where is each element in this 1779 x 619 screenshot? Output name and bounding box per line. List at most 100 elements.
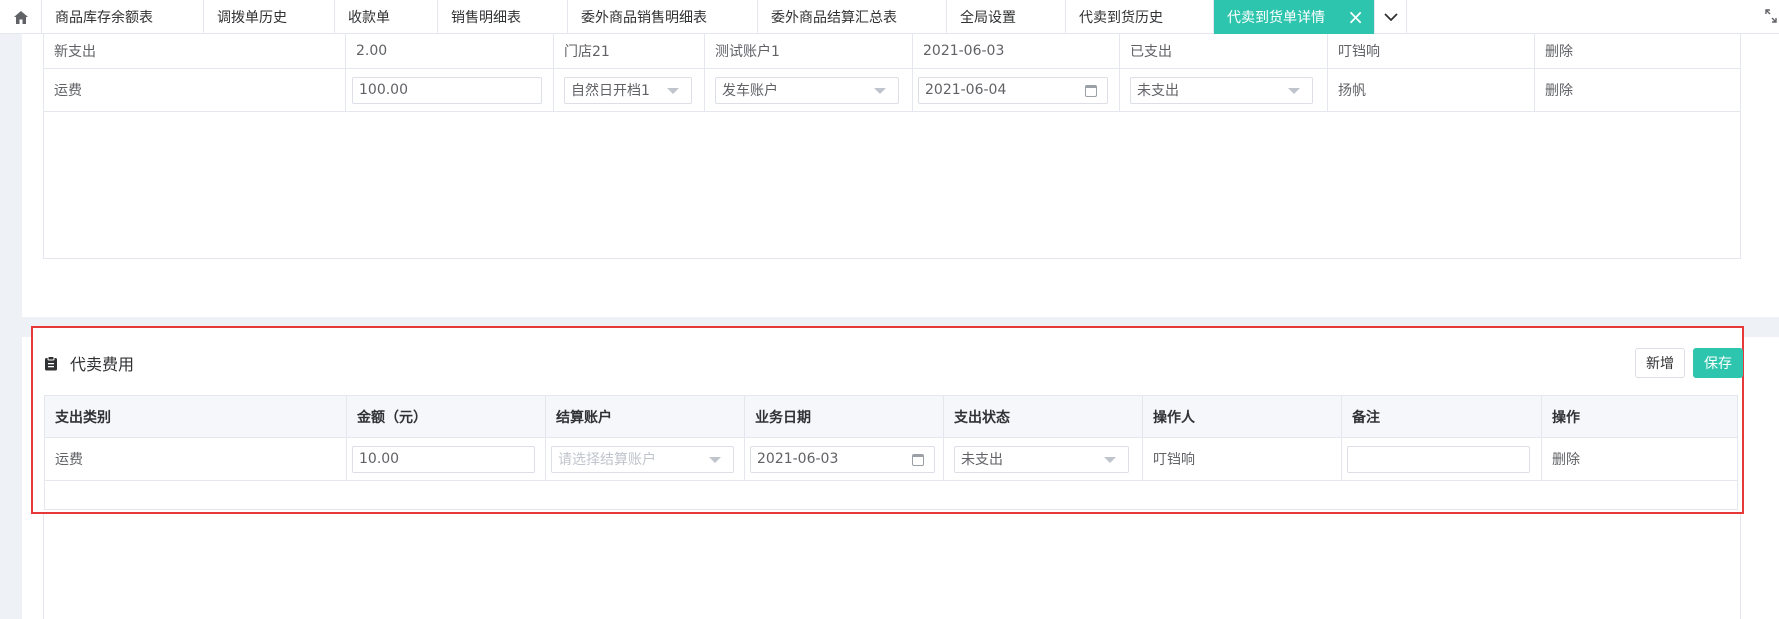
save-label: 保存 <box>1704 356 1732 372</box>
amount-input[interactable]: 10.00 <box>352 445 535 473</box>
cell-amount: 10.00 <box>347 438 546 480</box>
cell-account: 测试账户1 <box>705 34 913 68</box>
date-value: 2021-06-03 <box>757 451 839 467</box>
delete-link[interactable]: 删除 <box>1535 34 1740 68</box>
tab-transfer-history[interactable]: 调拨单历史 <box>204 0 335 34</box>
header-action: 操作 <box>1552 409 1580 426</box>
tab-label: 代卖到货单详情 <box>1227 10 1325 26</box>
home-tab[interactable] <box>0 0 42 34</box>
cell-date: 2021-06-04 <box>913 69 1120 111</box>
tab-label: 销售明细表 <box>451 10 521 26</box>
delete-label: 删除 <box>1552 452 1580 468</box>
table-row: 新支出 2.00 门店21 测试账户1 2021-06-03 已支出 叮铛响 删… <box>44 34 1740 69</box>
cell-amount: 2.00 <box>346 34 554 68</box>
remark-input[interactable] <box>1347 445 1530 473</box>
calendar-icon <box>1085 84 1097 97</box>
clipboard-icon <box>45 355 57 370</box>
fullscreen-icon[interactable] <box>1765 9 1777 23</box>
tab-bar: 商品库存余额表 调拨单历史 收款单 销售明细表 委外商品销售明细表 委外商品结算… <box>0 0 1779 34</box>
header-account: 结算账户 <box>546 396 745 437</box>
tab-label: 调拨单历史 <box>217 10 287 26</box>
section-header: 代卖费用 <box>44 351 134 375</box>
date-picker[interactable]: 2021-06-03 <box>750 445 935 473</box>
header-amount: 金额（元） <box>347 396 546 437</box>
cell-date: 2021-06-03 <box>913 34 1120 68</box>
account-select[interactable]: 发车账户 <box>715 76 899 104</box>
table-row: 运费 10.00 请选择结算账户 2021-06-03 未支出 叮铛响 删除 <box>45 438 1737 481</box>
tab-sales-detail[interactable]: 销售明细表 <box>438 0 568 34</box>
tab-label: 收款单 <box>348 10 390 26</box>
account-value: 发车账户 <box>722 83 778 99</box>
add-label: 新增 <box>1646 356 1674 372</box>
header-operator: 操作人 <box>1143 396 1342 437</box>
tab-stock-balance[interactable]: 商品库存余额表 <box>42 0 204 34</box>
tab-label: 全局设置 <box>960 10 1016 26</box>
status-select[interactable]: 未支出 <box>1130 76 1313 104</box>
cell-operator: 叮铛响 <box>1143 438 1342 480</box>
save-button[interactable]: 保存 <box>1693 348 1743 378</box>
chevron-down-icon <box>1383 13 1398 22</box>
account-placeholder: 请选择结算账户 <box>558 452 656 468</box>
header-status: 支出状态 <box>944 396 1143 437</box>
cell-status: 未支出 <box>1120 69 1328 111</box>
cell-operator: 扬帆 <box>1328 69 1535 111</box>
caret-down-icon <box>709 456 721 463</box>
delete-link[interactable]: 删除 <box>1542 438 1737 480</box>
cell-store: 自然日开档1 <box>554 69 705 111</box>
section-title: 代卖费用 <box>70 355 135 374</box>
consignment-fee-section: 代卖费用 新增 保存 支出类别 金额（元） 结算账户 业务日期 支出状态 操作人… <box>31 326 1744 514</box>
store-value: 自然日开档1 <box>571 83 650 99</box>
delete-link[interactable]: 删除 <box>1535 69 1740 111</box>
tab-global-settings[interactable]: 全局设置 <box>947 0 1066 34</box>
amount-value: 100.00 <box>359 82 408 98</box>
delete-label: 删除 <box>1545 44 1573 60</box>
header-remark: 备注 <box>1342 396 1542 437</box>
status-select[interactable]: 未支出 <box>954 445 1129 473</box>
store-select[interactable]: 自然日开档1 <box>564 76 692 104</box>
status-value: 未支出 <box>1137 83 1179 99</box>
amount-input[interactable]: 100.00 <box>352 76 542 104</box>
tab-label: 委外商品结算汇总表 <box>771 10 897 26</box>
calendar-icon <box>912 453 924 466</box>
header-date: 业务日期 <box>745 396 944 437</box>
cell-store: 门店21 <box>554 34 705 68</box>
consignment-fee-table: 支出类别 金额（元） 结算账户 业务日期 支出状态 操作人 备注 操作 运费 1… <box>44 395 1738 510</box>
cell-category: 运费 <box>45 438 347 480</box>
cell-account: 发车账户 <box>705 69 913 111</box>
cell-category: 新支出 <box>44 34 346 68</box>
cell-date: 2021-06-03 <box>745 438 944 480</box>
amount-value: 10.00 <box>359 451 400 467</box>
cell-category: 运费 <box>44 69 346 111</box>
caret-down-icon <box>1288 87 1300 94</box>
account-select[interactable]: 请选择结算账户 <box>551 445 734 473</box>
cell-amount: 100.00 <box>346 69 554 111</box>
add-button[interactable]: 新增 <box>1635 348 1685 378</box>
lower-table-area <box>43 514 1741 619</box>
tab-consignment-history[interactable]: 代卖到货历史 <box>1066 0 1214 34</box>
status-value: 未支出 <box>961 452 1003 468</box>
cell-status: 已支出 <box>1120 34 1328 68</box>
cell-status: 未支出 <box>944 438 1143 480</box>
cell-operator: 叮铛响 <box>1328 34 1535 68</box>
cell-remark <box>1342 438 1542 480</box>
upper-fee-table: 新支出 2.00 门店21 测试账户1 2021-06-03 已支出 叮铛响 删… <box>43 34 1741 259</box>
tab-label: 委外商品销售明细表 <box>581 10 707 26</box>
tab-consignment-detail[interactable]: 代卖到货单详情 × <box>1214 0 1375 34</box>
close-icon[interactable]: × <box>1347 7 1364 27</box>
home-icon <box>13 10 28 24</box>
date-value: 2021-06-04 <box>925 82 1007 98</box>
table-row: 运费 100.00 自然日开档1 发车账户 2021-06-04 未支出 扬帆 … <box>44 69 1740 112</box>
table-header-row: 支出类别 金额（元） 结算账户 业务日期 支出状态 操作人 备注 操作 <box>45 396 1737 438</box>
delete-label: 删除 <box>1545 83 1573 99</box>
tab-outsourced-settlement-summary[interactable]: 委外商品结算汇总表 <box>758 0 947 34</box>
tab-label: 代卖到货历史 <box>1079 10 1163 26</box>
date-picker[interactable]: 2021-06-04 <box>918 76 1108 104</box>
caret-down-icon <box>1104 456 1116 463</box>
tabs-more-button[interactable] <box>1375 0 1407 34</box>
tab-outsourced-sales-detail[interactable]: 委外商品销售明细表 <box>568 0 758 34</box>
tab-receipt[interactable]: 收款单 <box>335 0 438 34</box>
tab-label: 商品库存余额表 <box>55 10 153 26</box>
caret-down-icon <box>667 87 679 94</box>
cell-account: 请选择结算账户 <box>546 438 745 480</box>
header-category: 支出类别 <box>45 396 347 437</box>
